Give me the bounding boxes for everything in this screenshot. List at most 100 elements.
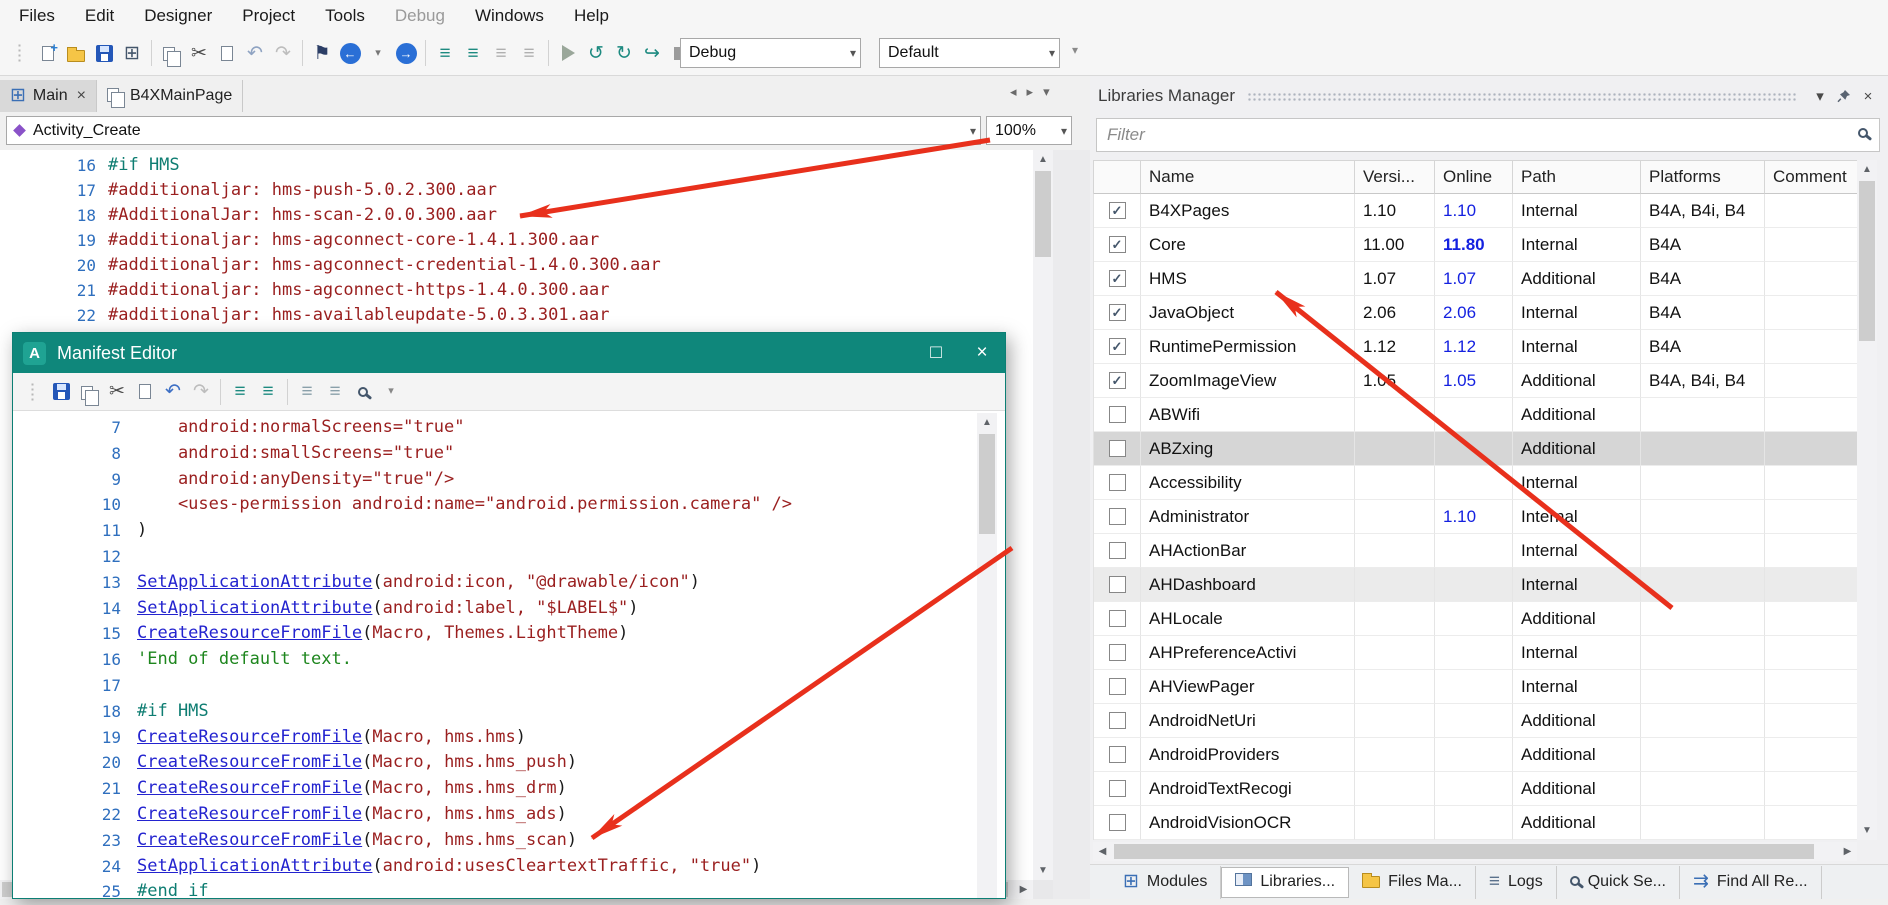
scroll-up-icon[interactable]: ▲ [977,413,997,432]
debug-mode-combo[interactable]: Debug ▾ [680,38,861,68]
table-row-androidneturi[interactable]: AndroidNetUriAdditional [1094,704,1857,738]
table-row-accessibility[interactable]: AccessibilityInternal [1094,466,1857,500]
scroll-up-icon[interactable]: ▲ [1857,160,1877,179]
panel-splitter[interactable] [1053,150,1090,899]
editor-vertical-scrollbar[interactable]: ▲ ▼ [1033,150,1053,880]
column-header-platforms[interactable]: Platforms [1641,161,1765,194]
filter-input[interactable] [1096,118,1880,152]
scroll-left-icon[interactable]: ◀ [1093,842,1112,861]
table-row-abwifi[interactable]: ABWifiAdditional [1094,398,1857,432]
cut-icon[interactable]: ✂ [103,377,131,407]
library-checkbox[interactable]: ✓ [1109,338,1126,355]
scroll-up-icon[interactable]: ▲ [1033,150,1053,169]
table-horizontal-scrollbar[interactable]: ◀ ▶ [1093,842,1857,861]
cut-icon[interactable]: ✂ [185,38,213,68]
column-header-versi[interactable]: Versi... [1355,161,1435,194]
library-checkbox[interactable] [1109,610,1126,627]
library-checkbox[interactable] [1109,542,1126,559]
overflow-caret[interactable]: ▾ [377,377,405,407]
table-row-ahlocale[interactable]: AHLocaleAdditional [1094,602,1857,636]
editor-zoom-combo[interactable]: 100% ▾ [986,116,1072,145]
uncomment-icon[interactable]: ≡ [321,377,349,407]
paste-icon[interactable] [213,38,241,68]
uncomment-icon[interactable]: ≡ [515,38,543,68]
resume-icon[interactable]: ↺ [582,38,610,68]
library-checkbox[interactable]: ✓ [1109,202,1126,219]
doc-tab-b4xmainpage[interactable]: B4XMainPage [97,80,243,112]
comment-icon[interactable]: ≡ [293,377,321,407]
library-checkbox[interactable] [1109,780,1126,797]
library-checkbox[interactable] [1109,746,1126,763]
panel-header[interactable]: Libraries Manager ▾× [1090,80,1888,112]
menu-help[interactable]: Help [559,0,624,31]
table-row-zoomimageview[interactable]: ✓ZoomImageView1.051.05AdditionalB4A, B4i… [1094,364,1857,398]
outdent-icon[interactable]: ≡ [459,38,487,68]
bookmark-icon[interactable]: ⚑ [308,38,336,68]
undo-icon[interactable]: ↶ [159,377,187,407]
library-checkbox[interactable]: ✓ [1109,304,1126,321]
table-row-androidproviders[interactable]: AndroidProvidersAdditional [1094,738,1857,772]
indent-icon[interactable]: ≡ [431,38,459,68]
toolbar-grip[interactable] [19,377,47,407]
table-row-core[interactable]: ✓Core11.0011.80InternalB4A [1094,228,1857,262]
menu-tools[interactable]: Tools [310,0,380,31]
library-checkbox[interactable] [1109,406,1126,423]
column-header-comment[interactable]: Comment [1765,161,1858,194]
column-header-name[interactable]: Name [1141,161,1355,194]
maximize-button[interactable]: □ [913,333,959,373]
scroll-down-icon[interactable]: ▼ [1857,821,1877,840]
step-into-icon[interactable]: ↪ [638,38,666,68]
menu-debug[interactable]: Debug [380,0,460,31]
library-checkbox[interactable] [1109,474,1126,491]
modules-grid-icon[interactable]: ⊞ [118,38,146,68]
redo-icon[interactable]: ↷ [187,377,215,407]
tool-tab-filesma[interactable]: Files Ma... [1349,866,1476,899]
tool-tab-findallre[interactable]: ⇉Find All Re... [1680,866,1822,899]
table-row-ahdashboard[interactable]: AHDashboardInternal [1094,568,1857,602]
undo-icon[interactable]: ↶ [241,38,269,68]
library-checkbox[interactable]: ✓ [1109,236,1126,253]
column-header-online[interactable]: Online [1435,161,1513,194]
close-tab-icon[interactable]: × [77,87,86,105]
scroll-right-icon[interactable]: ▶ [1838,842,1857,861]
manifest-vertical-scrollbar[interactable]: ▲ [977,413,997,898]
tab-scroll-right-icon[interactable]: ▸ [1027,84,1034,100]
new-icon[interactable] [34,38,62,68]
manifest-code-lines[interactable]: 7 android:normalScreens="true"8 android:… [13,411,1005,905]
back-list-caret[interactable]: ▾ [364,38,392,68]
library-checkbox[interactable] [1109,440,1126,457]
table-row-hms[interactable]: ✓HMS1.071.07AdditionalB4A [1094,262,1857,296]
save-icon[interactable] [90,38,118,68]
navigate-back-icon[interactable]: ← [336,38,364,68]
tool-tab-modules[interactable]: ⊞Modules [1110,866,1221,899]
table-row-b4xpages[interactable]: ✓B4XPages1.101.10InternalB4A, B4i, B4 [1094,194,1857,228]
library-checkbox[interactable] [1109,678,1126,695]
close-button[interactable]: × [959,333,1005,373]
library-checkbox[interactable] [1109,508,1126,525]
scroll-down-icon[interactable]: ▼ [1033,861,1053,880]
search-icon[interactable] [349,377,377,407]
menu-windows[interactable]: Windows [460,0,559,31]
doc-tab-main[interactable]: ⊞Main× [0,80,97,112]
window-position-caret-icon[interactable]: ▾ [1808,84,1832,108]
scrollbar-thumb[interactable] [979,434,995,534]
comment-icon[interactable]: ≡ [487,38,515,68]
step-over-icon[interactable]: ↻ [610,38,638,68]
indent-icon[interactable]: ≡ [226,377,254,407]
redo-icon[interactable]: ↷ [269,38,297,68]
save-icon[interactable] [47,377,75,407]
library-checkbox[interactable] [1109,644,1126,661]
table-row-javaobject[interactable]: ✓JavaObject2.062.06InternalB4A [1094,296,1857,330]
table-row-runtimepermission[interactable]: ✓RuntimePermission1.121.12InternalB4A [1094,330,1857,364]
copy-icon[interactable] [157,38,185,68]
table-vertical-scrollbar[interactable]: ▲ ▼ [1857,160,1877,840]
scrollbar-thumb[interactable] [1035,171,1051,257]
tool-tab-libraries[interactable]: Libraries... [1221,867,1349,898]
close-panel-button[interactable]: × [1856,84,1880,108]
scrollbar-thumb[interactable] [1114,844,1814,859]
run-icon[interactable] [554,38,582,68]
table-row-androidvisionocr[interactable]: AndroidVisionOCRAdditional [1094,806,1857,840]
table-row-ahpreferenceactivi[interactable]: AHPreferenceActiviInternal [1094,636,1857,670]
scrollbar-thumb[interactable] [1859,181,1875,341]
table-row-ahactionbar[interactable]: AHActionBarInternal [1094,534,1857,568]
